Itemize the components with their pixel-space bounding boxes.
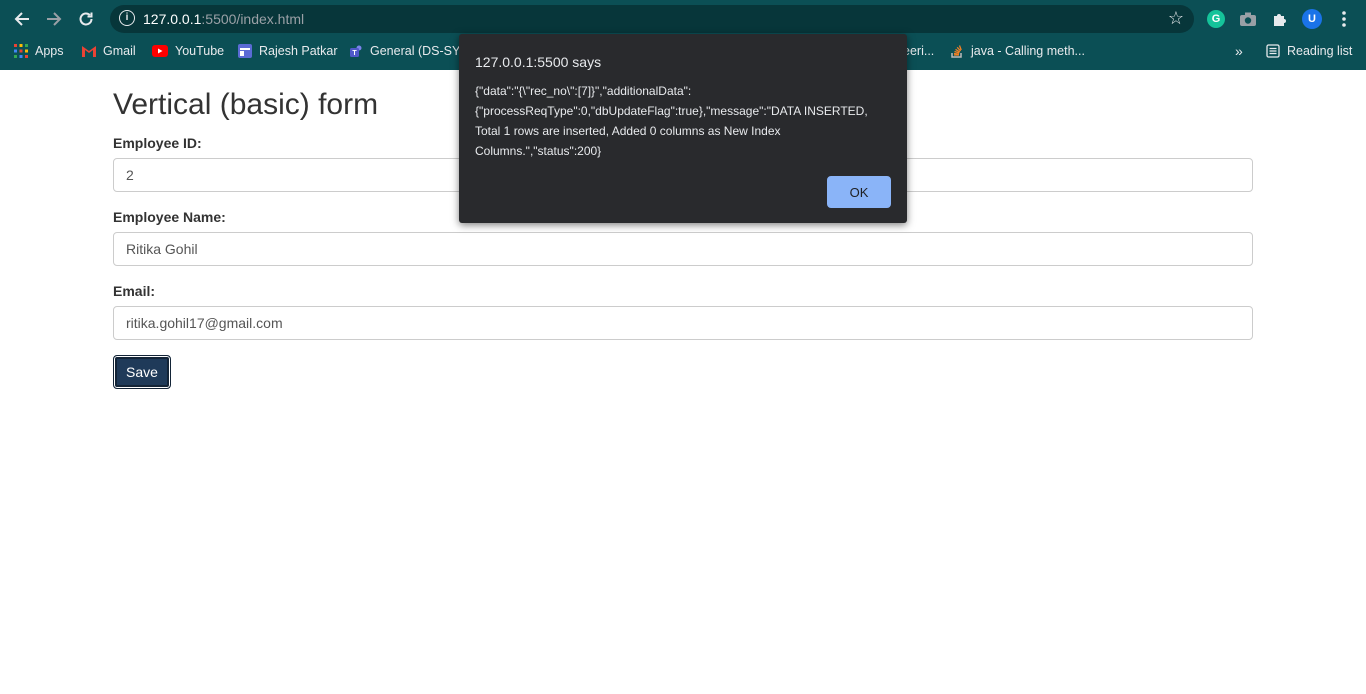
profile-avatar-icon[interactable]: U [1302, 9, 1322, 29]
forward-arrow-icon[interactable] [42, 7, 66, 31]
dialog-title: 127.0.0.1:5500 says [475, 54, 602, 70]
bookmark-youtube[interactable]: YouTube [152, 42, 224, 60]
alert-dialog: 127.0.0.1:5500 says {"data":"{\"rec_no\"… [459, 34, 907, 223]
bookmark-star-icon[interactable]: ☆ [1168, 8, 1184, 29]
stackoverflow-icon [951, 45, 962, 58]
ok-button[interactable]: OK [827, 176, 891, 208]
bookmarks-overflow-icon[interactable]: » [1235, 42, 1243, 60]
email-input[interactable] [113, 306, 1253, 340]
back-arrow-icon[interactable] [10, 7, 34, 31]
bookmark-apps-label: Apps [35, 44, 64, 58]
gmail-icon [82, 46, 96, 57]
teams-icon: T [350, 45, 362, 57]
address-bar[interactable]: i 127.0.0.1:5500/index.html ☆ [110, 5, 1194, 33]
reload-icon[interactable] [74, 7, 98, 31]
reading-list[interactable]: Reading list [1266, 42, 1352, 60]
bookmark-apps[interactable]: Apps [14, 42, 64, 60]
camera-extension-icon[interactable] [1236, 7, 1260, 31]
apps-grid-icon [14, 44, 28, 58]
bookmark-gmail[interactable]: Gmail [82, 42, 136, 60]
bookmark-rajesh-patkar[interactable]: Rajesh Patkar [238, 42, 338, 60]
employee-id-label: Employee ID: [113, 135, 202, 151]
more-menu-icon[interactable] [1332, 7, 1356, 31]
url-host: 127.0.0.1 [143, 11, 202, 27]
svg-text:T: T [352, 50, 357, 57]
youtube-icon [152, 45, 168, 57]
page-title: Vertical (basic) form [113, 88, 379, 121]
dialog-message: {"data":"{\"rec_no\":[7]}","additionalDa… [475, 84, 868, 158]
bookmark-general[interactable]: T General (DS-SY- [349, 42, 463, 60]
save-button[interactable]: Save [113, 355, 171, 389]
employee-name-input[interactable] [113, 232, 1253, 266]
calendar-icon [238, 44, 252, 58]
bookmark-eeri-label: eeri... [903, 44, 935, 58]
reading-list-label: Reading list [1287, 44, 1353, 58]
bookmark-java[interactable]: java - Calling meth... [950, 42, 1085, 60]
bookmark-youtube-label: YouTube [175, 44, 225, 58]
extensions-puzzle-icon[interactable] [1268, 7, 1292, 31]
reading-list-icon [1266, 44, 1280, 58]
info-icon[interactable]: i [119, 10, 135, 26]
bookmark-general-label: General (DS-SY- [370, 44, 464, 58]
employee-name-label: Employee Name: [113, 209, 226, 225]
email-label: Email: [113, 283, 156, 299]
url-path: :5500/index.html [201, 11, 305, 27]
bookmark-eeri[interactable]: eeri... [903, 42, 934, 60]
bookmark-rajesh-label: Rajesh Patkar [259, 44, 338, 58]
browser-toolbar: i 127.0.0.1:5500/index.html ☆ G U [0, 0, 1366, 38]
bookmark-java-label: java - Calling meth... [971, 44, 1085, 58]
url-text: 127.0.0.1:5500/index.html [143, 10, 304, 28]
bookmark-gmail-label: Gmail [103, 44, 136, 58]
grammarly-extension-icon[interactable]: G [1207, 10, 1225, 28]
